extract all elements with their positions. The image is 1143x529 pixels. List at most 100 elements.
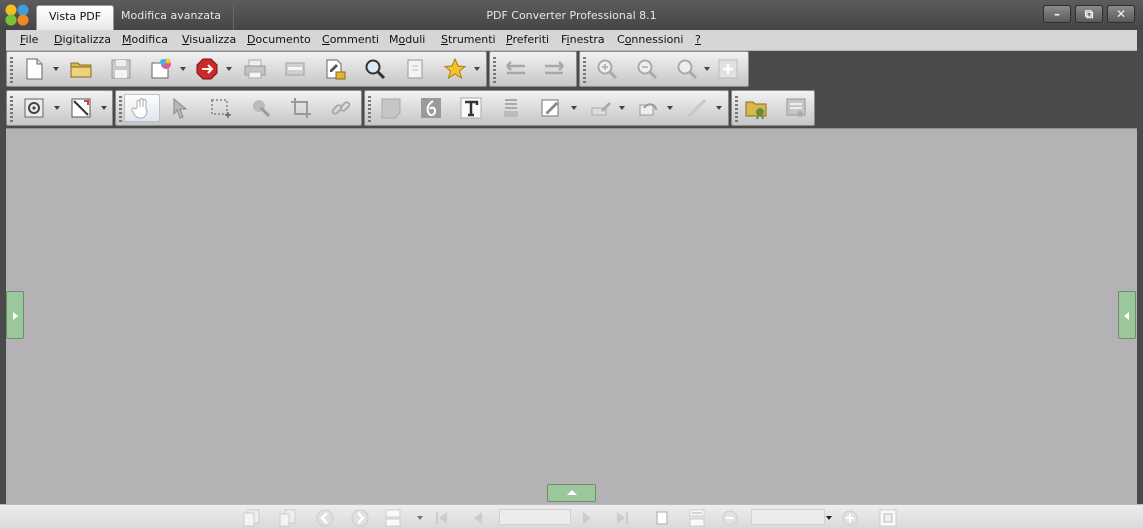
- link-tool-icon[interactable]: [327, 94, 355, 122]
- zoom-toolbar: [579, 51, 749, 87]
- close-button[interactable]: ✕: [1107, 5, 1135, 23]
- forward-icon[interactable]: [540, 55, 568, 83]
- maximize-button[interactable]: ⧉: [1075, 5, 1103, 23]
- left-panel-toggle[interactable]: [6, 291, 24, 339]
- menu-item-digitalizza[interactable]: Digitalizza: [54, 33, 111, 46]
- line-dropdown-icon[interactable]: [716, 106, 722, 110]
- text-tool-icon[interactable]: [457, 94, 485, 122]
- app-logo-icon: [5, 4, 29, 26]
- document-view[interactable]: [6, 128, 1137, 504]
- page-layout-icon[interactable]: [382, 507, 404, 529]
- file-toolbar: [6, 51, 487, 87]
- crop-tool-icon[interactable]: [287, 94, 315, 122]
- page-number-field[interactable]: [499, 509, 571, 525]
- note-icon[interactable]: [377, 94, 405, 122]
- zoom-out-icon[interactable]: [633, 55, 661, 83]
- settings-dropdown-icon[interactable]: [54, 106, 60, 110]
- bottom-panel-toggle[interactable]: [547, 484, 596, 502]
- export-icon[interactable]: [401, 55, 429, 83]
- secure-icon[interactable]: [321, 55, 349, 83]
- toolbar-grip[interactable]: [735, 96, 738, 122]
- print-icon[interactable]: [241, 55, 269, 83]
- highlight-dropdown-icon[interactable]: [619, 106, 625, 110]
- menu-item-preferiti[interactable]: Preferiti: [506, 33, 549, 46]
- zoom-level-dropdown-icon[interactable]: [826, 516, 832, 520]
- sign-toolbar: [731, 90, 815, 126]
- snapshot-tool-icon[interactable]: [247, 94, 275, 122]
- search-icon[interactable]: [361, 55, 389, 83]
- settings-icon[interactable]: [20, 94, 48, 122]
- insert-page-icon[interactable]: [241, 507, 263, 529]
- new-dropdown-icon[interactable]: [53, 67, 59, 71]
- menu-item-commenti[interactable]: Commenti: [322, 33, 379, 46]
- first-page-icon[interactable]: [431, 507, 453, 529]
- toolbar-area: [6, 51, 1137, 128]
- toolbar-grip[interactable]: [10, 96, 13, 122]
- toolbar-grip[interactable]: [368, 96, 371, 122]
- select-tool-icon[interactable]: [167, 94, 195, 122]
- back-icon[interactable]: [502, 55, 530, 83]
- convert-dropdown-icon[interactable]: [226, 67, 232, 71]
- fit-page-icon[interactable]: [651, 507, 673, 529]
- line-tool-icon[interactable]: [683, 94, 711, 122]
- menu-item-connessioni[interactable]: Connessioni: [617, 33, 683, 46]
- signature-icon[interactable]: [782, 94, 810, 122]
- right-panel-toggle[interactable]: [1118, 291, 1136, 339]
- save-icon[interactable]: [107, 55, 135, 83]
- minimize-button[interactable]: –: [1043, 5, 1071, 23]
- comment-toolbar: [364, 90, 729, 126]
- zoom-level-field[interactable]: [751, 509, 825, 525]
- next-view-icon[interactable]: [349, 507, 371, 529]
- shape-dropdown-icon[interactable]: [667, 106, 673, 110]
- previous-view-icon[interactable]: [314, 507, 336, 529]
- convert-icon[interactable]: [193, 55, 221, 83]
- markup-dropdown-icon[interactable]: [571, 106, 577, 110]
- favorites-icon[interactable]: [441, 55, 469, 83]
- ruler-icon[interactable]: [67, 94, 95, 122]
- menu-item-finestra[interactable]: Finestra: [561, 33, 605, 46]
- menu-item-strumenti[interactable]: Strumenti: [441, 33, 496, 46]
- zoom-in-icon[interactable]: [593, 55, 621, 83]
- status-bar: [0, 504, 1143, 529]
- stamp-icon[interactable]: [497, 94, 525, 122]
- toolbar-grip[interactable]: [583, 57, 586, 83]
- toolbar-grip[interactable]: [10, 57, 13, 83]
- scan-icon[interactable]: [281, 55, 309, 83]
- fit-width-icon[interactable]: [686, 507, 708, 529]
- marquee-tool-icon[interactable]: [207, 94, 235, 122]
- menu-item-moduli[interactable]: Moduli: [389, 33, 425, 46]
- toolbar-grip[interactable]: [493, 57, 496, 83]
- ruler-dropdown-icon[interactable]: [101, 106, 107, 110]
- favorites-dropdown-icon[interactable]: [474, 67, 480, 71]
- menu-item-documento[interactable]: Documento: [247, 33, 311, 46]
- extract-page-icon[interactable]: [277, 507, 299, 529]
- menu-item-visualizza[interactable]: Visualizza: [182, 33, 236, 46]
- open-folder-icon[interactable]: [67, 55, 95, 83]
- toolbar-grip[interactable]: [119, 96, 122, 122]
- hand-tool-icon[interactable]: [124, 94, 160, 122]
- shape-icon[interactable]: [635, 94, 663, 122]
- full-screen-icon[interactable]: [877, 507, 899, 529]
- add-icon[interactable]: [714, 55, 742, 83]
- tab-vista-pdf[interactable]: Vista PDF: [36, 5, 115, 30]
- highlight-icon[interactable]: [587, 94, 615, 122]
- typewriter-icon[interactable]: [417, 94, 445, 122]
- markup-icon[interactable]: [537, 94, 565, 122]
- next-page-icon[interactable]: [576, 507, 598, 529]
- zoom-tool-icon[interactable]: [673, 55, 701, 83]
- zoom-dropdown-icon[interactable]: [704, 67, 710, 71]
- menu-bar: File Digitalizza Modifica Visualizza Documen…: [6, 30, 1137, 51]
- zoom-out-status-icon[interactable]: [719, 507, 741, 529]
- page-layout-dropdown-icon[interactable]: [417, 516, 423, 520]
- zoom-in-status-icon[interactable]: [839, 507, 861, 529]
- menu-item-file[interactable]: File: [20, 33, 38, 46]
- menu-item-modifica[interactable]: Modifica: [122, 33, 168, 46]
- create-dropdown-icon[interactable]: [180, 67, 186, 71]
- create-pdf-icon[interactable]: [147, 55, 175, 83]
- tab-modifica-avanzata[interactable]: Modifica avanzata: [109, 5, 235, 30]
- new-document-icon[interactable]: [20, 55, 48, 83]
- certify-icon[interactable]: [742, 94, 770, 122]
- menu-item-help[interactable]: ?: [695, 33, 701, 46]
- previous-page-icon[interactable]: [467, 507, 489, 529]
- last-page-icon[interactable]: [611, 507, 633, 529]
